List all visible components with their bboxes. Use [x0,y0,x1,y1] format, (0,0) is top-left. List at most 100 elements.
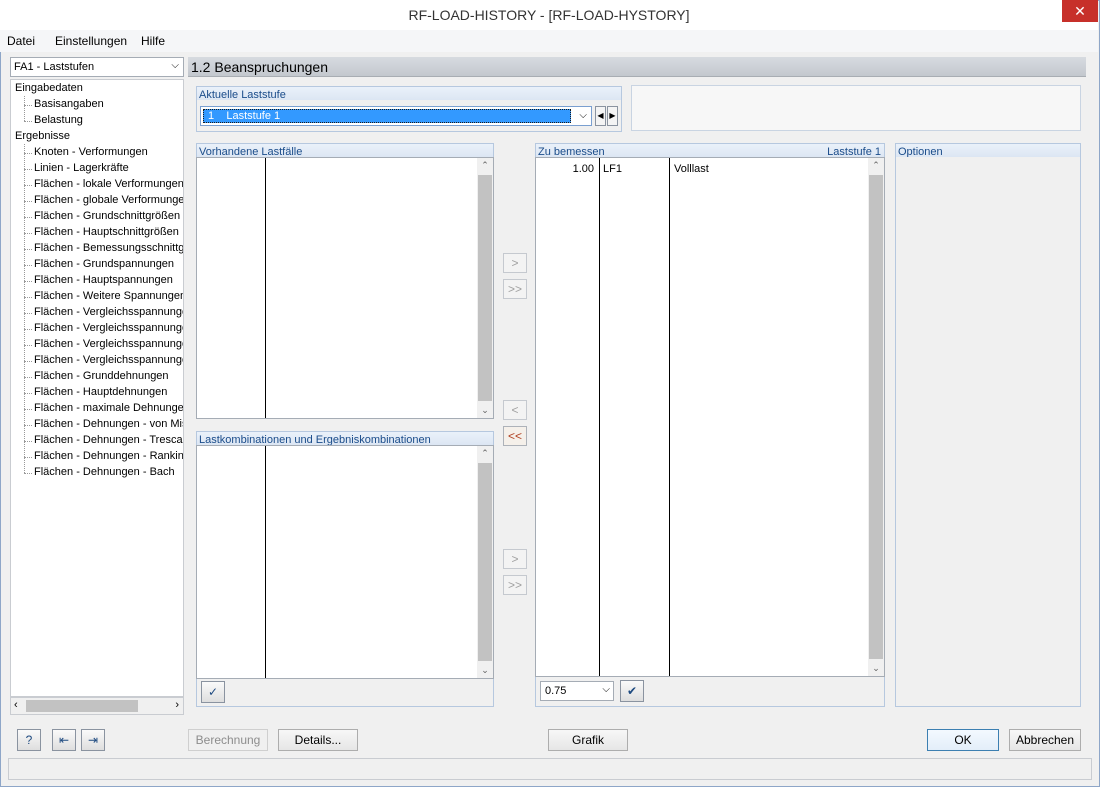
details-button[interactable]: Details... [278,729,358,751]
scroll-up-icon[interactable]: ⌃ [477,160,493,171]
tree-connector [24,249,32,250]
tree-connector [24,144,25,473]
calculation-button[interactable]: Berechnung [188,729,268,751]
add-one-button[interactable]: > [503,253,527,273]
tree-connector [24,361,32,362]
add-all-button[interactable]: >> [503,279,527,299]
remove-all-button[interactable]: << [503,426,527,446]
scroll-left-icon[interactable]: ‹ [14,699,18,711]
select-all-icon[interactable]: ✓ [201,681,225,703]
menu-file[interactable]: Datei [7,34,35,48]
column-divider [265,446,266,678]
factor-select-value: 0.75 [545,685,567,697]
apply-factor-icon[interactable]: ✔ [620,680,644,702]
tree-item[interactable]: Belastung [34,114,83,126]
scroll-thumb[interactable] [478,463,492,661]
menu-bar: Datei Einstellungen Hilfe [0,30,1098,52]
tree-item[interactable]: Flächen - globale Verformungen [34,194,183,206]
tree-item[interactable]: Knoten - Verformungen [34,146,148,158]
current-step-group: 1 Laststufe 1 ⌵ ◀ ▶ [196,100,622,132]
scroll-down-icon[interactable]: ⌄ [477,405,493,416]
scroll-thumb[interactable] [26,700,138,712]
tree-connector [24,96,25,121]
tree-item[interactable]: Flächen - Hauptspannungen [34,274,173,286]
options-panel [895,157,1081,707]
chevron-down-icon: ⌵ [579,110,587,121]
available-cases-list[interactable]: ⌃ ⌄ [196,157,494,419]
to-design-footer: 0.75 ⌵ ✔ [535,677,885,707]
tree-connector [24,441,32,442]
scroll-down-icon[interactable]: ⌄ [868,663,884,674]
tree-item[interactable]: Flächen - Dehnungen - Tresca [34,434,183,446]
menu-settings[interactable]: Einstellungen [55,34,127,48]
tree-group[interactable]: Ergebnisse [15,130,70,142]
import-icon[interactable]: ⇤ [52,729,76,751]
factor-select[interactable]: 0.75 ⌵ [540,681,614,701]
current-step-select[interactable]: 1 Laststufe 1 ⌵ [200,106,592,126]
tree-item[interactable]: Flächen - Weitere Spannungen [34,290,183,302]
tree-connector [24,185,32,186]
close-button[interactable]: ✕ [1062,0,1098,22]
cancel-button[interactable]: Abbrechen [1009,729,1081,751]
tree-item[interactable]: Flächen - Bemessungsschnittgrößen [34,242,183,254]
tree-item[interactable]: Flächen - Hauptschnittgrößen [34,226,179,238]
next-step-button[interactable]: ▶ [607,106,618,126]
scroll-right-icon[interactable]: › [175,699,179,711]
tree-item[interactable]: Flächen - maximale Dehnungen [34,402,183,414]
case-select[interactable]: FA1 - Laststufen ⌵ [10,57,184,77]
scroll-thumb[interactable] [478,175,492,401]
add-one-combo-button[interactable]: > [503,549,527,569]
scroll-thumb[interactable] [869,175,883,659]
chevron-down-icon: ⌵ [602,684,610,695]
tree-item[interactable]: Flächen - Dehnungen - von Mises [34,418,183,430]
combinations-list[interactable]: ⌃ ⌄ [196,445,494,679]
tree-connector [24,217,32,218]
available-cases-header: Vorhandene Lastfälle [196,143,494,158]
scroll-down-icon[interactable]: ⌄ [477,665,493,676]
tree-item[interactable]: Basisangaben [34,98,104,110]
row-case[interactable]: LF1 [603,163,622,175]
tree-group[interactable]: Eingabedaten [15,82,83,94]
tree-connector [24,457,32,458]
scroll-up-icon[interactable]: ⌃ [868,160,884,171]
row-factor[interactable]: 1.00 [536,163,594,175]
to-design-header: Zu bemessen Laststufe 1 [535,143,885,158]
tree-connector [24,233,32,234]
current-step-header: Aktuelle Laststufe [196,86,622,101]
tree-item[interactable]: Flächen - Grunddehnungen [34,370,169,382]
tree-item[interactable]: Flächen - Vergleichsspannungen [34,338,183,350]
tree-connector [24,377,32,378]
tree-item[interactable]: Flächen - lokale Verformungen [34,178,183,190]
case-select-value: FA1 - Laststufen [14,61,95,73]
to-design-scrollbar[interactable]: ⌃ ⌄ [868,158,884,676]
tree-item[interactable]: Flächen - Dehnungen - Bach [34,466,175,478]
ok-button[interactable]: OK [927,729,999,751]
help-icon[interactable]: ? [17,729,41,751]
tree-item[interactable]: Flächen - Grundschnittgrößen [34,210,180,222]
add-all-combo-button[interactable]: >> [503,575,527,595]
scroll-up-icon[interactable]: ⌃ [477,448,493,459]
tree-item[interactable]: Flächen - Vergleichsspannungen [34,322,183,334]
prev-step-button[interactable]: ◀ [595,106,606,126]
available-cases-scrollbar[interactable]: ⌃ ⌄ [477,158,493,418]
tree-connector [24,201,32,202]
row-description[interactable]: Volllast [674,163,709,175]
combinations-scrollbar[interactable]: ⌃ ⌄ [477,446,493,678]
window-title: RF-LOAD-HISTORY - [RF-LOAD-HYSTORY] [408,7,690,23]
export-icon[interactable]: ⇥ [81,729,105,751]
tree-connector [24,265,32,266]
to-design-list[interactable]: 1.00 LF1 Volllast ⌃ ⌄ [535,157,885,677]
tree-item[interactable]: Linien - Lagerkräfte [34,162,129,174]
tree-item[interactable]: Flächen - Hauptdehnungen [34,386,167,398]
tree-item[interactable]: Flächen - Grundspannungen [34,258,174,270]
title-bar: RF-LOAD-HISTORY - [RF-LOAD-HYSTORY] ✕ [0,0,1098,30]
navigator-hscrollbar[interactable]: ‹ › [10,697,184,715]
tree-item[interactable]: Flächen - Dehnungen - Rankine [34,450,183,462]
tree-item[interactable]: Flächen - Vergleichsspannungen [34,354,183,366]
menu-help[interactable]: Hilfe [141,34,165,48]
remove-one-button[interactable]: < [503,400,527,420]
tree-item[interactable]: Flächen - Vergleichsspannungen [34,306,183,318]
graphic-button[interactable]: Grafik [548,729,628,751]
navigator-tree: Eingabedaten Basisangaben Belastung Ergebni… [10,79,184,697]
chevron-down-icon: ⌵ [171,60,179,71]
